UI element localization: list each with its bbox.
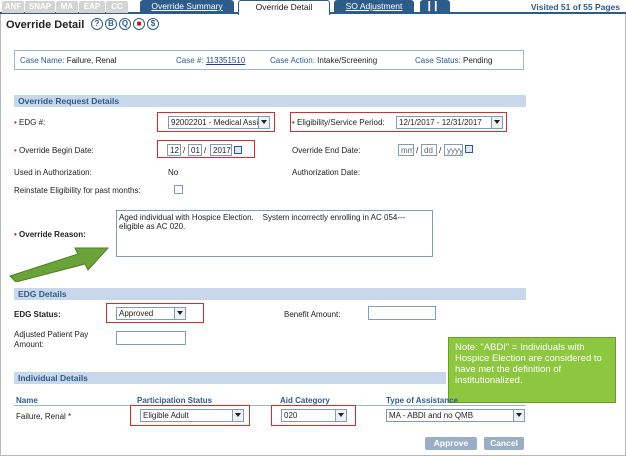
patient-pay-label: Adjusted Patient Pay Amount:	[14, 330, 89, 349]
participation-highlight	[130, 405, 250, 426]
edg-status-highlight	[106, 303, 204, 323]
case-name: Case Name: Failure, Renal	[20, 56, 117, 65]
override-reason-label: • Override Reason:	[14, 230, 86, 239]
stop-icon[interactable]: ■	[133, 18, 145, 30]
tab-ma[interactable]: MA	[56, 1, 78, 13]
override-request-section-header: Override Request Details	[14, 95, 526, 107]
tab-eap[interactable]: EAP	[79, 1, 105, 13]
tab-override-summary[interactable]: Override Summary	[140, 0, 234, 14]
benefit-amount-label: Benefit Amount:	[284, 310, 341, 319]
individual-details-section-header: Individual Details	[14, 372, 446, 384]
tab-cc[interactable]: CC	[106, 1, 128, 13]
case-action: Case Action: Intake/Screening	[270, 56, 378, 65]
dollar-icon[interactable]: $	[147, 18, 159, 30]
chevron-down-icon	[513, 410, 524, 421]
case-status-value: Pending	[463, 56, 493, 65]
case-action-value: Intake/Screening	[317, 56, 378, 65]
tab-snap[interactable]: SNAP	[25, 1, 55, 13]
reinstate-label: Reinstate Eligibility for past months:	[14, 186, 141, 195]
case-name-value: Failure, Renal	[66, 56, 117, 65]
date-separator: /	[416, 146, 419, 155]
column-header-participation: Participation Status	[137, 396, 213, 405]
tab-bar: ANF SNAP MA EAP CC Override Summary Over…	[0, 0, 626, 15]
patient-pay-input[interactable]	[116, 331, 186, 345]
arrow-icon	[9, 247, 110, 282]
authorization-date-label: Authorization Date:	[292, 168, 361, 177]
help-icon[interactable]: ?	[91, 18, 103, 30]
case-number-link[interactable]: 113351510	[206, 56, 245, 65]
edg-details-section-header: EDG Details	[14, 288, 526, 300]
tab-anf[interactable]: ANF	[2, 1, 24, 13]
cancel-button[interactable]: Cancel	[484, 437, 524, 450]
pause-icon[interactable]: ▎▎	[420, 0, 450, 14]
case-number: Case #: 113351510	[176, 56, 246, 65]
approve-button[interactable]: Approve	[425, 437, 477, 450]
begin-date-highlight	[157, 140, 255, 158]
period-highlight	[290, 112, 507, 132]
tab-override-detail[interactable]: Override Detail	[238, 0, 330, 15]
reinstate-checkbox[interactable]	[174, 185, 183, 194]
column-header-name: Name	[16, 396, 38, 405]
edg-status-label: EDG Status:	[14, 310, 61, 319]
end-day-input[interactable]: dd	[421, 144, 437, 156]
query-icon[interactable]: Q	[119, 18, 131, 30]
benefit-amount-input[interactable]	[368, 306, 436, 320]
end-month-input[interactable]: mm	[398, 144, 414, 156]
column-header-type: Type of Assistance	[386, 396, 459, 405]
edg-label: • EDG #:	[14, 118, 46, 127]
used-in-authorization-value: No	[168, 168, 179, 177]
date-separator: /	[439, 146, 442, 155]
used-in-authorization-label: Used in Authorization:	[14, 168, 92, 177]
edg-highlight	[157, 112, 275, 132]
tab-so-adjustment[interactable]: SO Adjustment	[334, 0, 414, 14]
column-header-aid-category: Aid Category	[280, 396, 330, 405]
page-title: Override Detail	[6, 19, 85, 31]
case-status: Case Status: Pending	[415, 56, 493, 65]
begin-date-label: • Override Begin Date:	[14, 146, 94, 155]
aid-category-highlight	[271, 405, 356, 426]
override-reason-textarea[interactable]	[116, 210, 433, 257]
calendar-icon[interactable]	[465, 145, 473, 153]
visited-pages-count: Visited 51 of 55 Pages	[530, 2, 620, 12]
bookmark-icon[interactable]: B	[105, 18, 117, 30]
end-date-label: Override End Date:	[292, 146, 361, 155]
end-year-input[interactable]: yyyy	[444, 144, 463, 156]
note-callout: Note: "ABDI" = Individuals with Hospice …	[448, 337, 616, 403]
type-of-assistance-select[interactable]: MA - ABDI and no QMB	[386, 409, 525, 422]
individual-name: Failure, Renal *	[16, 412, 72, 421]
